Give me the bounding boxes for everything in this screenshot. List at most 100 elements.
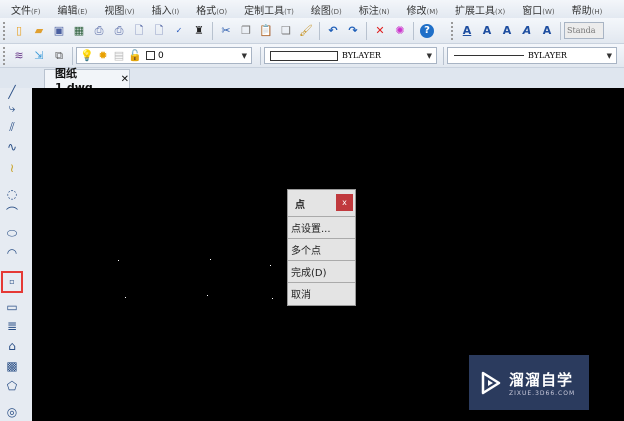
ellipse-arc-icon[interactable]: ◠: [4, 245, 20, 261]
layer-select[interactable]: 💡 ✹ ▤ 🔓 0 ▼: [76, 47, 252, 64]
menu-modify[interactable]: 修改(M): [395, 2, 444, 17]
paste-icon[interactable]: 📋: [259, 24, 273, 38]
text-style-select[interactable]: Standa: [564, 22, 604, 39]
separator: [443, 46, 444, 65]
linetype-preview: [454, 55, 524, 56]
find-text-icon[interactable]: A: [540, 24, 554, 38]
separator: [413, 21, 414, 40]
menu-insert[interactable]: 插入(I): [141, 2, 186, 17]
tab-close-button[interactable]: ✕: [121, 74, 129, 85]
polyline-icon[interactable]: ⤷: [4, 100, 20, 116]
preview-icon[interactable]: 🗋: [132, 24, 146, 38]
save-as-icon[interactable]: ▦: [72, 24, 86, 38]
rectangle-icon[interactable]: ▭: [4, 299, 20, 315]
publish-icon[interactable]: 🗋: [152, 24, 166, 38]
print-preview-icon[interactable]: ⎙: [92, 24, 106, 38]
linetype-value: BYLAYER: [528, 51, 567, 60]
open-file-icon[interactable]: ▰: [32, 24, 46, 38]
watermark-url: ZIXUE.3D66.COM: [509, 389, 576, 397]
separator: [212, 21, 213, 40]
layer-previous-icon[interactable]: ⇲: [32, 49, 46, 63]
point-icon[interactable]: ▫: [1, 271, 23, 293]
color-select[interactable]: BYLAYER ▼: [264, 47, 437, 64]
draw-toolbar: ╱ ⤷ ⫽ ∿ ≀ ◌ ⌒ ⬭ ◠ ▫ ▭ ≣ ⌂ ▩ ⬠ ◎: [0, 85, 32, 421]
line-icon[interactable]: ╱: [4, 84, 20, 100]
layer-name: 0: [158, 50, 164, 61]
menu-bar: 文件(F) 编辑(E) 视图(V) 插入(I) 格式(O) 定制工具(T) 绘图…: [0, 0, 624, 18]
explode-icon[interactable]: ✺: [393, 24, 407, 38]
chevron-down-icon: ▼: [241, 51, 247, 60]
block-icon[interactable]: ▩: [4, 358, 20, 374]
redo-icon[interactable]: ↷: [346, 24, 360, 38]
menu-custom-tools[interactable]: 定制工具(T): [233, 2, 300, 17]
menu-item-done[interactable]: 完成(D): [288, 260, 355, 282]
menu-format[interactable]: 格式(O): [185, 2, 233, 17]
watermark: 溜溜自学 ZIXUE.3D66.COM: [469, 355, 589, 410]
linetype-select[interactable]: BYLAYER ▼: [447, 47, 617, 64]
menu-item-cancel[interactable]: 取消: [288, 282, 355, 304]
play-logo-icon: [481, 371, 501, 394]
document-tab[interactable]: 图纸1.dwg ✕: [44, 67, 130, 94]
separator: [72, 46, 73, 65]
menu-edit[interactable]: 编辑(E): [47, 2, 94, 17]
sun-icon: ✹: [98, 49, 108, 62]
text-style-icon[interactable]: A: [520, 24, 534, 38]
new-file-icon[interactable]: ▯: [12, 24, 26, 38]
document-tab-bar: 图纸1.dwg ✕: [0, 67, 624, 94]
undo-icon[interactable]: ↶: [326, 24, 340, 38]
point-context-menu: 点 x 点设置... 多个点 完成(D) 取消: [287, 189, 356, 306]
point-marker: [272, 298, 273, 299]
color-swatch: [270, 50, 338, 61]
menu-draw[interactable]: 绘图(D): [300, 2, 348, 17]
menu-file[interactable]: 文件(F): [0, 2, 47, 17]
spellcheck-icon[interactable]: ✓: [172, 24, 186, 38]
spline-icon[interactable]: ∿: [4, 139, 20, 155]
lock-icon: 🔓: [128, 49, 142, 62]
watermark-name: 溜溜自学: [509, 370, 574, 389]
menu-item-point-settings[interactable]: 点设置...: [288, 216, 355, 238]
delete-icon[interactable]: ✕: [373, 24, 387, 38]
point-marker: [210, 259, 211, 260]
menu-dimension[interactable]: 标注(N): [348, 2, 396, 17]
toolbar-grip[interactable]: [3, 21, 6, 40]
ellipse-icon[interactable]: ⬭: [4, 225, 20, 241]
sketch-icon[interactable]: ≀: [4, 160, 20, 176]
text-icon[interactable]: A: [460, 24, 474, 38]
cut-icon[interactable]: ✂: [219, 24, 233, 38]
separator: [560, 21, 561, 40]
save-icon[interactable]: ▣: [52, 24, 66, 38]
mtext-icon[interactable]: A: [480, 24, 494, 38]
help-icon[interactable]: ?: [420, 23, 434, 38]
layer-states-icon[interactable]: ⧉: [52, 49, 66, 63]
toolbar-grip[interactable]: [3, 46, 6, 65]
paste-special-icon[interactable]: ❏: [279, 24, 293, 38]
arc-icon[interactable]: ⌒: [4, 205, 20, 221]
layer-manager-icon[interactable]: ≋: [12, 49, 26, 63]
menu-extensions[interactable]: 扩展工具(X): [444, 2, 511, 17]
point-marker: [118, 260, 119, 261]
polygon-icon[interactable]: ⌂: [4, 338, 20, 354]
menu-view[interactable]: 视图(V): [93, 2, 140, 17]
hatch-icon[interactable]: ≣: [4, 318, 20, 334]
menu-help[interactable]: 帮助(H): [561, 2, 609, 17]
chevron-down-icon: ▼: [426, 51, 432, 60]
menu-item-multiple-points[interactable]: 多个点: [288, 238, 355, 260]
toolbar-grip[interactable]: [451, 21, 454, 40]
donut-icon[interactable]: ◎: [4, 404, 20, 420]
copy-icon[interactable]: ❐: [239, 24, 253, 38]
layer-color-swatch: [146, 51, 155, 60]
find-icon[interactable]: ♜: [192, 24, 206, 38]
match-properties-icon[interactable]: 🖌: [299, 24, 313, 38]
region-icon[interactable]: ⬠: [4, 378, 20, 394]
color-value: BYLAYER: [342, 51, 381, 60]
separator: [260, 46, 261, 65]
point-marker: [207, 295, 208, 296]
print-icon[interactable]: ⎙: [112, 24, 126, 38]
popup-close-button[interactable]: x: [336, 194, 353, 211]
circle-icon[interactable]: ◌: [4, 186, 20, 202]
edit-text-icon[interactable]: A: [500, 24, 514, 38]
menu-window[interactable]: 窗口(W): [511, 2, 560, 17]
point-marker: [270, 265, 271, 266]
lightbulb-icon: 💡: [80, 49, 94, 62]
multiline-icon[interactable]: ⫽: [4, 119, 20, 135]
